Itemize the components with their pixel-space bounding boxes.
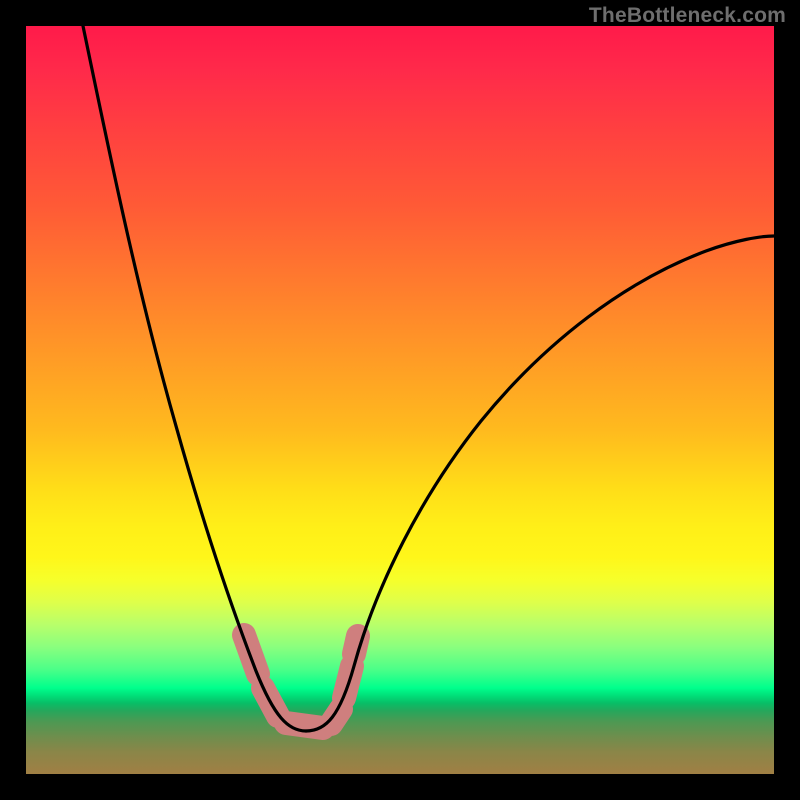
chart-plot-area	[26, 26, 774, 774]
bottleneck-curve	[83, 26, 774, 731]
attribution-label: TheBottleneck.com	[589, 4, 786, 28]
curve-layer	[26, 26, 774, 774]
chart-frame: TheBottleneck.com	[0, 0, 800, 800]
